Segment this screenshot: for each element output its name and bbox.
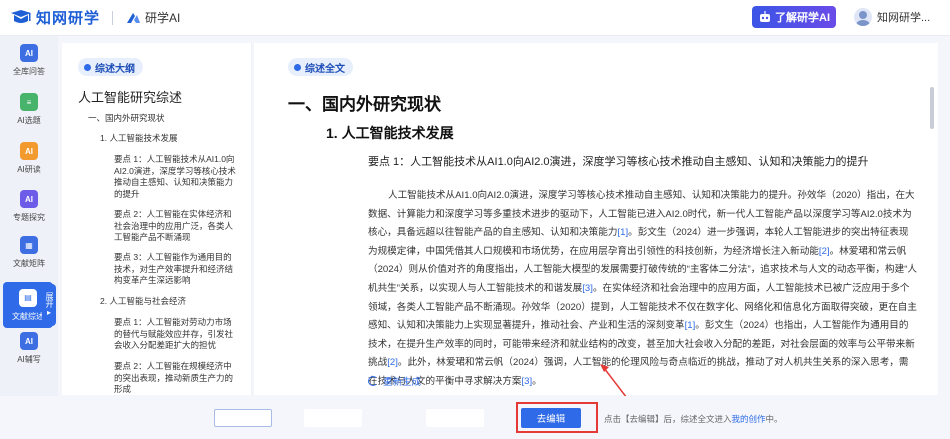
- outline-point[interactable]: 要点 3：人工智能作为通用目的技术，对生产效率提升和经济结构变革产生深远影响: [114, 252, 236, 287]
- outline-point[interactable]: 要点 2：人工智能在实体经济和社会治理中的应用广泛，各类人工智能产品不断涌现: [114, 209, 236, 244]
- outline-point[interactable]: 要点 1：人工智能技术从AI1.0向AI2.0演进，深度学习等核心技术推动自主感…: [114, 154, 236, 200]
- cnki-logo[interactable]: 知网研学: [10, 7, 100, 28]
- top-header: 知网研学 研学AI 了解研学AI 知网研学...: [0, 0, 950, 36]
- rail-item-label: 文献综述: [12, 311, 44, 321]
- point-heading: 要点 1：人工智能技术从AI1.0向AI2.0演进，深度学习等核心技术推动自主感…: [368, 156, 869, 168]
- left-rail: AI 全库问答 ≡ AI选题 AI AI研读 AI 专题探究 ▦ 文献矩阵 ▤ …: [0, 36, 58, 439]
- my-creation-link[interactable]: 我的创作: [732, 414, 766, 424]
- fulltext-badge: 综述全文: [288, 58, 353, 76]
- fulltext-badge-label: 综述全文: [305, 63, 345, 75]
- learn-ai-label: 了解研学AI: [775, 12, 830, 24]
- badge-dot-icon: [84, 63, 91, 71]
- ai-brand-icon: [127, 12, 141, 23]
- avatar: [854, 8, 872, 26]
- outline-badge-label: 综述大纲: [95, 63, 135, 75]
- citation-link[interactable]: [3]: [582, 283, 593, 294]
- rail-item-qa[interactable]: AI 全库问答: [0, 44, 58, 77]
- rail-item-label: 全库问答: [13, 67, 45, 76]
- user-name: 知网研学...: [877, 12, 931, 24]
- hint-text: 中。: [765, 414, 783, 424]
- read-icon: AI: [20, 142, 38, 160]
- rail-item-label: AI研读: [17, 165, 41, 174]
- regenerate-button[interactable]: 重新生成: [368, 374, 421, 388]
- citation-link[interactable]: [2]: [819, 246, 830, 257]
- outline-title: 人工智能研究综述: [78, 90, 183, 105]
- learn-ai-button[interactable]: 了解研学AI: [752, 6, 836, 28]
- rail-item-matrix[interactable]: ▦ 文献矩阵: [0, 236, 58, 269]
- outline-subsection[interactable]: 1. 人工智能技术发展: [100, 133, 240, 145]
- scrollbar[interactable]: [930, 87, 934, 129]
- draft-slot[interactable]: [214, 409, 272, 427]
- refresh-icon: [368, 376, 378, 386]
- go-edit-button[interactable]: 去编辑: [521, 408, 581, 428]
- subsection-heading: 1. 人工智能技术发展: [326, 125, 454, 141]
- explore-icon: AI: [20, 190, 38, 208]
- qa-icon: AI: [20, 44, 38, 62]
- citation-link[interactable]: [1]: [617, 227, 628, 238]
- rail-item-label: AI辅写: [17, 355, 41, 364]
- rail-item-label: 文献矩阵: [13, 259, 45, 268]
- ai-brand-label: 研学AI: [145, 11, 181, 25]
- section-heading: 一、国内外研究现状: [288, 95, 441, 114]
- expand-tab[interactable]: 展开 ▸: [42, 284, 56, 326]
- outline-subsection[interactable]: 2. 人工智能与社会经济: [100, 296, 240, 308]
- outline-section[interactable]: 一、国内外研究现状: [88, 113, 238, 125]
- outline-point[interactable]: 要点 1：人工智能对劳动力市场的替代与赋能效应并存，引发社会收入分配差距扩大的担…: [114, 317, 236, 352]
- draft-slot[interactable]: [304, 409, 362, 427]
- review-icon: ▤: [19, 288, 37, 307]
- regenerate-label: 重新生成: [383, 377, 422, 388]
- write-icon: AI: [20, 332, 38, 350]
- paragraph-text: 。此外，林爱珺和常云帆（2024）强调，人工智能的伦理风险与奇点临近的挑战，推动…: [368, 357, 909, 387]
- badge-dot-icon: [294, 63, 301, 71]
- rail-item-explore[interactable]: AI 专题探究: [0, 190, 58, 223]
- rail-item-write[interactable]: AI AI辅写: [0, 332, 58, 365]
- expand-label: 展开: [45, 292, 54, 308]
- citation-link[interactable]: [3]: [522, 376, 533, 387]
- robot-icon: [760, 11, 770, 22]
- citation-link[interactable]: [1]: [685, 320, 696, 331]
- draft-slot[interactable]: [426, 409, 484, 427]
- rail-item-read[interactable]: AI AI研读: [0, 142, 58, 175]
- citation-link[interactable]: [2]: [387, 357, 398, 368]
- review-paragraph: 人工智能技术从AI1.0向AI2.0演进，深度学习等核心技术推动自主感知、认知和…: [368, 187, 918, 392]
- logo-icon: [11, 9, 31, 23]
- rail-item-topic[interactable]: ≡ AI选题: [0, 93, 58, 126]
- outline-panel: 综述大纲 人工智能研究综述 一、国内外研究现状 1. 人工智能技术发展 要点 1…: [62, 43, 252, 395]
- ai-brand[interactable]: 研学AI: [125, 9, 180, 26]
- user-menu[interactable]: 知网研学...: [854, 8, 930, 26]
- outline-point[interactable]: 要点 2：人工智能在规模经济中的突出表现，推动新质生产力的形成: [114, 361, 236, 395]
- outline-badge: 综述大纲: [78, 58, 143, 76]
- topic-icon: ≡: [20, 93, 38, 111]
- rail-item-label: 专题探究: [13, 213, 45, 222]
- review-fulltext-panel: 综述全文 一、国内外研究现状 1. 人工智能技术发展 要点 1：人工智能技术从A…: [254, 43, 938, 395]
- paragraph-text: 。: [532, 375, 542, 387]
- logo-text: 知网研学: [36, 10, 101, 27]
- bottom-action-bar: 去编辑 点击【去编辑】后，综述全文进入我的创作中。: [0, 396, 950, 439]
- rail-item-label: AI选题: [17, 116, 41, 125]
- header-divider: [112, 10, 114, 25]
- edit-hint: 点击【去编辑】后，综述全文进入我的创作中。: [604, 413, 783, 425]
- chevron-right-icon: ▸: [46, 308, 51, 317]
- hint-text: 点击【去编辑】后，综述全文进入: [604, 414, 732, 424]
- grid-icon: ▦: [20, 236, 38, 254]
